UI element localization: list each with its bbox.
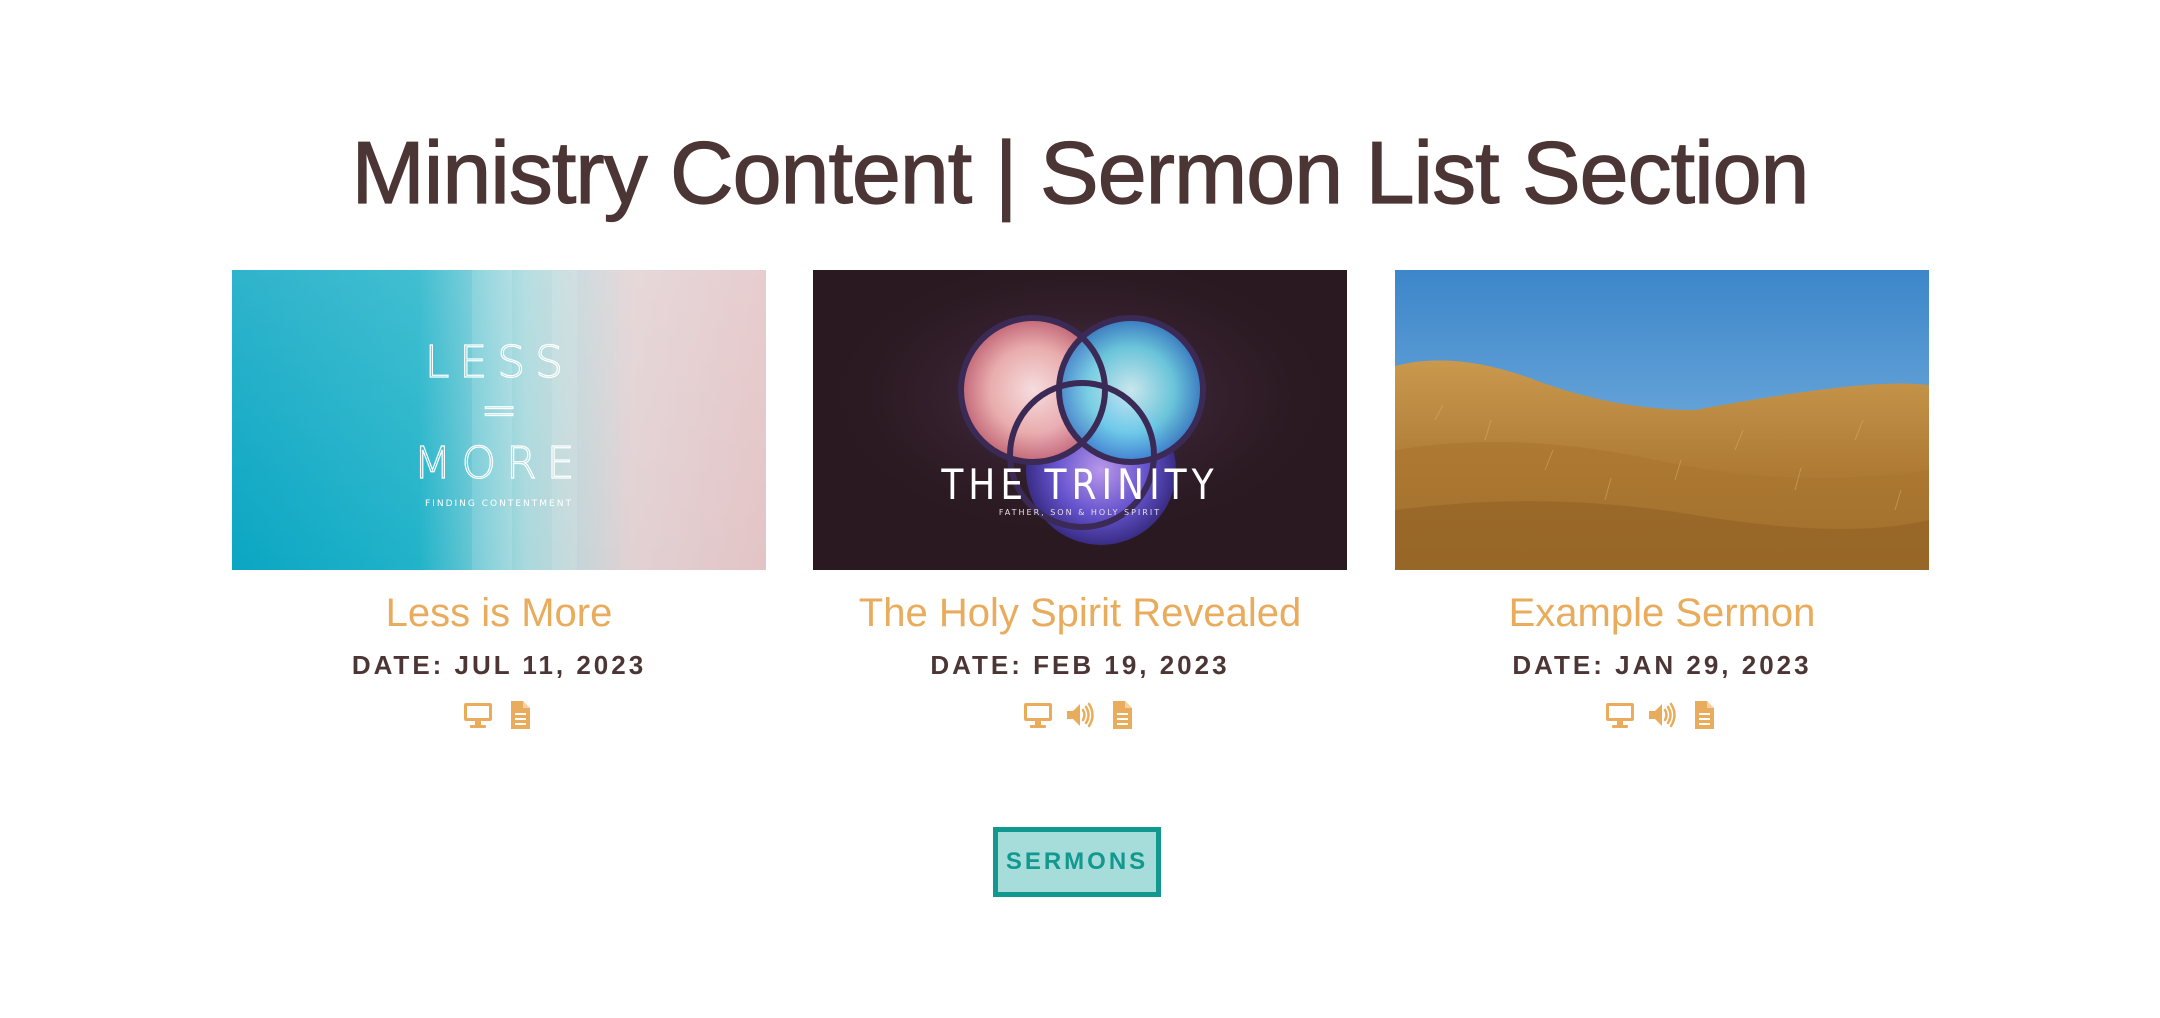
sermon-title-link[interactable]: Less is More (232, 588, 766, 638)
document-icon[interactable] (505, 700, 535, 730)
sermon-thumbnail-holy-spirit[interactable]: THE TRINITY FATHER, SON & HOLY SPIRIT (813, 270, 1347, 570)
video-icon[interactable] (1605, 700, 1635, 730)
audio-icon[interactable] (1065, 700, 1095, 730)
audio-icon[interactable] (1647, 700, 1677, 730)
sermon-card: LESS = MORE FINDING CONTENTMENT Less is … (232, 270, 766, 734)
sermon-date: DATE: JAN 29, 2023 (1512, 650, 1812, 680)
sermon-thumbnail-example-sermon[interactable] (1395, 270, 1929, 570)
thumbnail-art (1395, 270, 1929, 570)
thumb-heading: THE TRINITY (940, 461, 1218, 509)
sermon-title-link[interactable]: Example Sermon (1395, 588, 1929, 638)
video-icon[interactable] (463, 700, 493, 730)
media-icons (1395, 700, 1929, 734)
thumb-text-line-1: LESS (425, 337, 573, 388)
sermons-button[interactable]: SERMONS (993, 827, 1161, 897)
sermon-list-section: Ministry Content | Sermon List Section L… (0, 0, 2160, 1018)
thumb-text-line-2: = (481, 385, 518, 436)
sermon-card: Example Sermon DATE: JAN 29, 2023 (1395, 270, 1929, 734)
media-icons (232, 700, 766, 734)
thumb-subtitle: FINDING CONTENTMENT (425, 499, 573, 509)
sermon-title-link[interactable]: The Holy Spirit Revealed (813, 588, 1347, 638)
thumb-text-line-3: MORE (414, 438, 585, 489)
sermon-date: DATE: FEB 19, 2023 (930, 650, 1230, 680)
sermon-date: DATE: JUL 11, 2023 (351, 650, 647, 680)
media-icons (813, 700, 1347, 734)
document-icon[interactable] (1689, 700, 1719, 730)
section-title: Ministry Content | Sermon List Section (351, 122, 1810, 222)
thumbnail-art: THE TRINITY FATHER, SON & HOLY SPIRIT (813, 270, 1347, 570)
thumbnail-art: LESS = MORE FINDING CONTENTMENT (232, 270, 766, 570)
document-icon[interactable] (1107, 700, 1137, 730)
video-icon[interactable] (1023, 700, 1053, 730)
sermon-card: THE TRINITY FATHER, SON & HOLY SPIRIT Th… (813, 270, 1347, 734)
sermon-thumbnail-less-is-more[interactable]: LESS = MORE FINDING CONTENTMENT (232, 270, 766, 570)
thumb-subtitle: FATHER, SON & HOLY SPIRIT (999, 508, 1161, 517)
